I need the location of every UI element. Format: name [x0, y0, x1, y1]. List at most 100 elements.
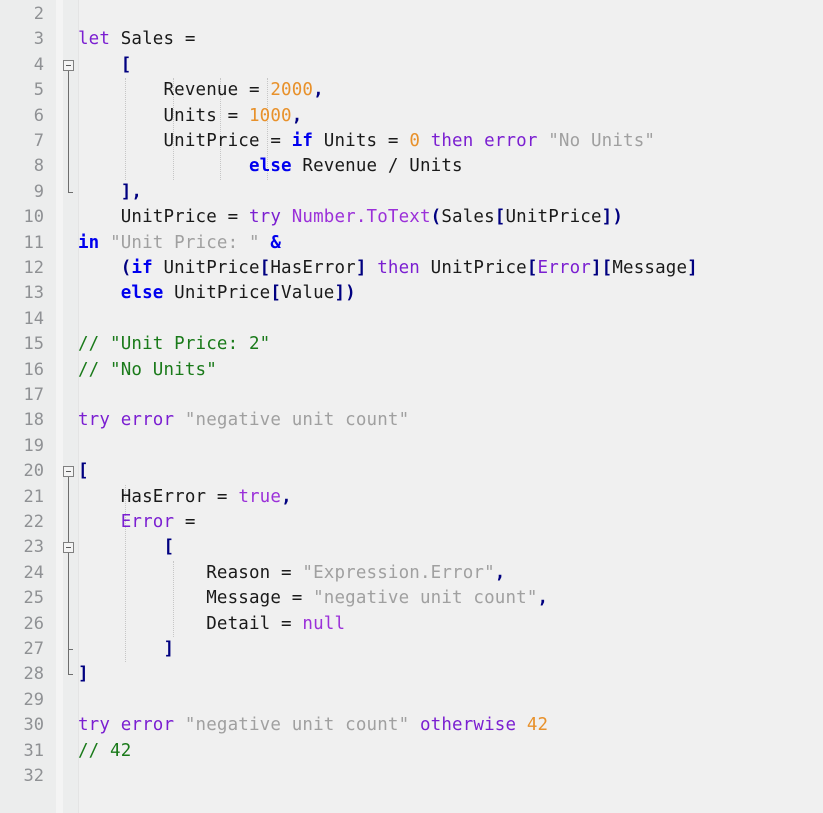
code-token: // 42: [78, 740, 132, 761]
code-line-text[interactable]: // "No Units": [78, 358, 217, 383]
code-line-text[interactable]: [: [78, 459, 89, 484]
code-line[interactable]: 20 [: [0, 459, 823, 484]
code-line[interactable]: 32: [0, 764, 823, 789]
code-line[interactable]: 11 in "Unit Price: " &: [0, 231, 823, 256]
code-line[interactable]: 10 UnitPrice = try Number.ToText(Sales[U…: [0, 205, 823, 230]
code-token: HasError: [120, 486, 207, 507]
code-token: then: [377, 258, 420, 278]
code-line[interactable]: 27 ]: [0, 637, 823, 662]
code-token: let: [78, 29, 111, 50]
code-token: otherwise: [419, 715, 517, 736]
code-line-text[interactable]: UnitPrice = if Units = 0 then error "No …: [78, 129, 655, 154]
code-line[interactable]: 23 [: [0, 535, 823, 560]
code-line[interactable]: 6 Units = 1000,: [0, 104, 823, 129]
code-line[interactable]: 3 let Sales =: [0, 27, 823, 52]
code-line[interactable]: 26 Detail = null: [0, 612, 823, 637]
code-line-text[interactable]: Detail = null: [78, 612, 345, 637]
code-line[interactable]: 4 [: [0, 53, 823, 78]
line-number: 20: [23, 461, 44, 482]
code-line[interactable]: 8 else Revenue / Units: [0, 154, 823, 179]
code-line-text[interactable]: Error =: [78, 510, 196, 535]
code-line-text[interactable]: ]: [78, 637, 175, 662]
code-line[interactable]: 15 // "Unit Price: 2": [0, 332, 823, 357]
line-number: 17: [23, 385, 44, 405]
code-token: 2000: [270, 80, 314, 101]
line-number: 13: [23, 283, 44, 304]
code-line-text[interactable]: try error "negative unit count": [78, 408, 409, 433]
code-token: "Expression.Error": [302, 562, 495, 583]
code-token: "negative unit count": [313, 588, 538, 609]
line-number: 28: [23, 664, 44, 685]
line-number: 12: [23, 258, 44, 278]
code-token: ]: [601, 207, 613, 228]
code-token: error: [484, 131, 538, 151]
code-line[interactable]: 2: [0, 2, 823, 27]
code-line[interactable]: 31 // 42: [0, 739, 823, 764]
code-token: "negative unit count": [184, 715, 410, 736]
code-line[interactable]: 21 HasError = true,: [0, 485, 823, 510]
code-line[interactable]: 18 try error "negative unit count": [0, 408, 823, 433]
code-line[interactable]: 5 Revenue = 2000,: [0, 78, 823, 103]
code-token: error: [120, 410, 175, 431]
code-line[interactable]: 7 UnitPrice = if Units = 0 then error "N…: [0, 129, 823, 154]
code-line-text[interactable]: else Revenue / Units: [78, 154, 463, 179]
code-token: =: [206, 486, 239, 507]
code-line-text[interactable]: ]: [78, 662, 89, 687]
code-line[interactable]: 22 Error =: [0, 510, 823, 535]
code-token: try: [78, 410, 111, 431]
code-line-text[interactable]: try error "negative unit count" otherwis…: [78, 713, 548, 738]
code-token: true: [238, 486, 282, 507]
code-line-text[interactable]: let Sales =: [78, 27, 206, 52]
code-line[interactable]: 28]: [0, 662, 823, 687]
line-number: 2: [33, 4, 44, 24]
code-token: ,: [291, 105, 303, 126]
code-line[interactable]: 9 ],: [0, 180, 823, 205]
line-number: 4: [33, 54, 44, 75]
code-token: [: [163, 537, 175, 558]
code-token: =: [216, 105, 249, 126]
code-line-text[interactable]: // "Unit Price: 2": [78, 332, 270, 357]
code-line[interactable]: 19: [0, 434, 823, 459]
code-line-text[interactable]: [: [78, 535, 175, 560]
code-line-text[interactable]: else UnitPrice[Value]): [78, 281, 356, 306]
line-number: 8: [33, 156, 44, 177]
code-line[interactable]: 16 // "No Units": [0, 358, 823, 383]
code-line-text[interactable]: in "Unit Price: " &: [78, 231, 281, 256]
code-token: 1000: [249, 105, 292, 126]
code-token: [: [601, 258, 613, 278]
code-line-text[interactable]: Units = 1000,: [78, 104, 303, 129]
code-line[interactable]: 12 (if UnitPrice[HasError] then UnitPric…: [0, 256, 823, 281]
code-line[interactable]: 14: [0, 307, 823, 332]
code-line[interactable]: 25 Message = "negative unit count",: [0, 586, 823, 611]
code-editor[interactable]: 2 3 let Sales = 4 [5 Revenue = 2000, 6 Unit…: [0, 0, 823, 813]
code-line[interactable]: 17: [0, 383, 823, 408]
code-line-text[interactable]: Reason = "Expression.Error",: [78, 561, 505, 586]
code-token: "No Units": [548, 131, 656, 151]
code-line-text[interactable]: [: [78, 53, 132, 78]
code-line[interactable]: 24 Reason = "Expression.Error",: [0, 561, 823, 586]
code-line-text[interactable]: Message = "negative unit count",: [78, 586, 548, 611]
code-token: ): [345, 283, 356, 304]
code-token: in: [78, 232, 100, 253]
code-line-text[interactable]: HasError = true,: [78, 485, 292, 510]
code-token: ]: [163, 639, 175, 659]
code-line-text[interactable]: ],: [78, 180, 142, 205]
code-line[interactable]: 29: [0, 688, 823, 713]
code-line[interactable]: 30 try error "negative unit count" otherw…: [0, 713, 823, 738]
code-token: UnitPrice: [163, 283, 271, 304]
code-token: UnitPrice: [152, 258, 260, 278]
code-line-text[interactable]: Revenue = 2000,: [78, 78, 324, 103]
code-line-text[interactable]: // 42: [78, 739, 131, 764]
line-number: 10: [23, 207, 44, 228]
code-line[interactable]: 13 else UnitPrice[Value]): [0, 281, 823, 306]
code-line-text[interactable]: (if UnitPrice[HasError] then UnitPrice[E…: [78, 256, 698, 281]
code-line-text[interactable]: UnitPrice = try Number.ToText(Sales[Unit…: [78, 205, 623, 230]
line-number: 3: [33, 29, 44, 50]
